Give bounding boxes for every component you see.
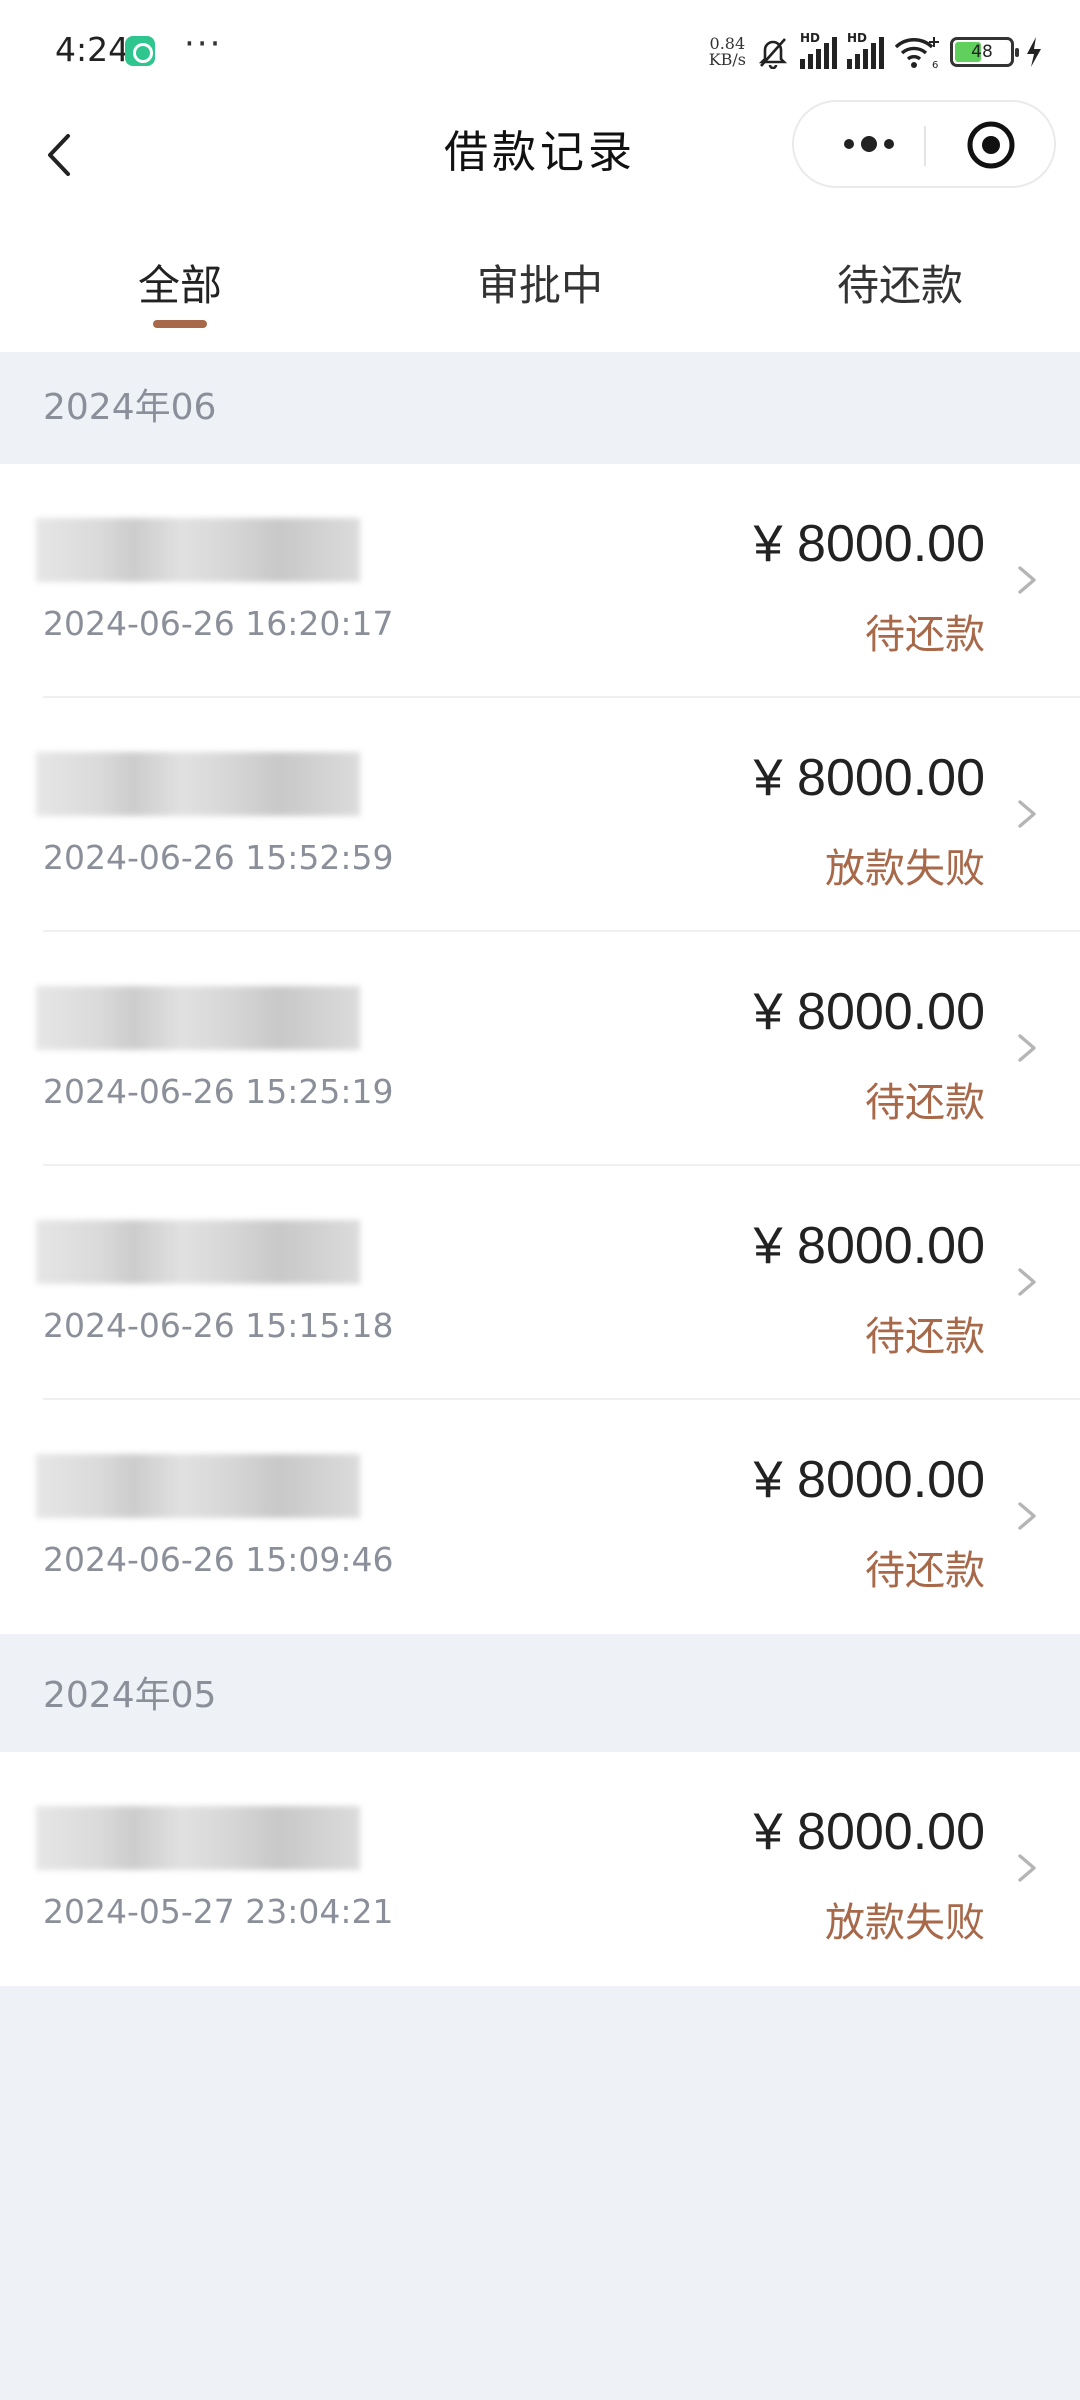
status-time: 4:24: [55, 30, 130, 69]
chevron-right-icon: [1018, 566, 1036, 594]
record-time: 2024-06-26 15:52:59: [43, 838, 394, 877]
redacted-product-name: [36, 1806, 360, 1870]
record-amount: ¥ 8000.00: [753, 1217, 985, 1275]
loan-record-row[interactable]: 2024-06-26 15:09:46 ¥ 8000.00 待还款: [0, 1400, 1080, 1634]
tab-approving[interactable]: 审批中: [360, 252, 720, 313]
record-amount: ¥ 8000.00: [753, 1451, 985, 1509]
record-amount: ¥ 8000.00: [753, 1803, 985, 1861]
redacted-product-name: [36, 518, 360, 582]
close-target-icon[interactable]: [966, 120, 1016, 170]
redacted-product-name: [36, 1220, 360, 1284]
chevron-right-icon: [1018, 1502, 1036, 1530]
chevron-right-icon: [1018, 800, 1036, 828]
month-header: 2024年06: [43, 387, 217, 428]
record-list: 2024-06-26 16:20:17 ¥ 8000.00 待还款 2024-0…: [0, 464, 1080, 1634]
record-list: 2024-05-27 23:04:21 ¥ 8000.00 放款失败: [0, 1752, 1080, 1986]
chevron-right-icon: [1018, 1854, 1036, 1882]
record-status: 待还款: [865, 612, 985, 658]
record-time: 2024-06-26 15:25:19: [43, 1072, 394, 1111]
month-header: 2024年05: [43, 1675, 217, 1716]
chevron-right-icon: [1018, 1034, 1036, 1062]
bell-muted-icon: [758, 38, 788, 69]
nav-bar: 借款记录: [0, 96, 1080, 212]
record-status: 放款失败: [825, 1900, 985, 1946]
tab-all[interactable]: 全部: [0, 252, 360, 313]
record-time: 2024-05-27 23:04:21: [43, 1892, 394, 1931]
record-time: 2024-06-26 16:20:17: [43, 604, 394, 643]
battery-icon: 48: [950, 37, 1019, 67]
record-amount: ¥ 8000.00: [753, 749, 985, 807]
loan-record-row[interactable]: 2024-06-26 15:15:18 ¥ 8000.00 待还款: [0, 1166, 1080, 1400]
signal-hd-1-icon: HD: [800, 31, 837, 69]
loan-record-row[interactable]: 2024-06-26 15:52:59 ¥ 8000.00 放款失败: [0, 698, 1080, 932]
record-time: 2024-06-26 15:15:18: [43, 1306, 394, 1345]
network-speed: 0.84 KB/s: [709, 36, 746, 68]
status-more-icon: ···: [184, 24, 223, 64]
redacted-product-name: [36, 1454, 360, 1518]
redacted-product-name: [36, 986, 360, 1050]
filter-tabs: 全部 审批中 待还款: [0, 212, 1080, 352]
status-bar: 4:24 ··· 0.84 KB/s HD HD 6 48: [0, 0, 1080, 96]
record-amount: ¥ 8000.00: [753, 983, 985, 1041]
loan-record-row[interactable]: 2024-05-27 23:04:21 ¥ 8000.00 放款失败: [0, 1752, 1080, 1986]
record-status: 待还款: [865, 1548, 985, 1594]
charging-bolt-icon: [1027, 37, 1041, 67]
record-time: 2024-06-26 15:09:46: [43, 1540, 394, 1579]
active-tab-indicator: [153, 320, 207, 328]
record-status: 放款失败: [825, 846, 985, 892]
chevron-right-icon: [1018, 1268, 1036, 1296]
record-amount: ¥ 8000.00: [753, 515, 985, 573]
mini-program-capsule: [792, 100, 1056, 188]
loan-record-row[interactable]: 2024-06-26 15:25:19 ¥ 8000.00 待还款: [0, 932, 1080, 1166]
status-indicators: 0.84 KB/s HD HD 6 48: [709, 30, 1044, 74]
wifi-sub-label: 6: [932, 60, 938, 69]
signal-hd-2-icon: HD: [847, 31, 884, 69]
tab-to-repay[interactable]: 待还款: [720, 252, 1080, 313]
redacted-product-name: [36, 752, 360, 816]
wifi-icon: 6: [894, 37, 939, 69]
more-dots-icon[interactable]: [814, 102, 924, 186]
network-speed-unit: KB/s: [708, 50, 746, 69]
app-notification-icon: [125, 36, 155, 66]
loan-record-row[interactable]: 2024-06-26 16:20:17 ¥ 8000.00 待还款: [0, 464, 1080, 698]
battery-level: 48: [971, 42, 993, 62]
capsule-divider: [924, 126, 926, 166]
record-status: 待还款: [865, 1080, 985, 1126]
record-status: 待还款: [865, 1314, 985, 1360]
